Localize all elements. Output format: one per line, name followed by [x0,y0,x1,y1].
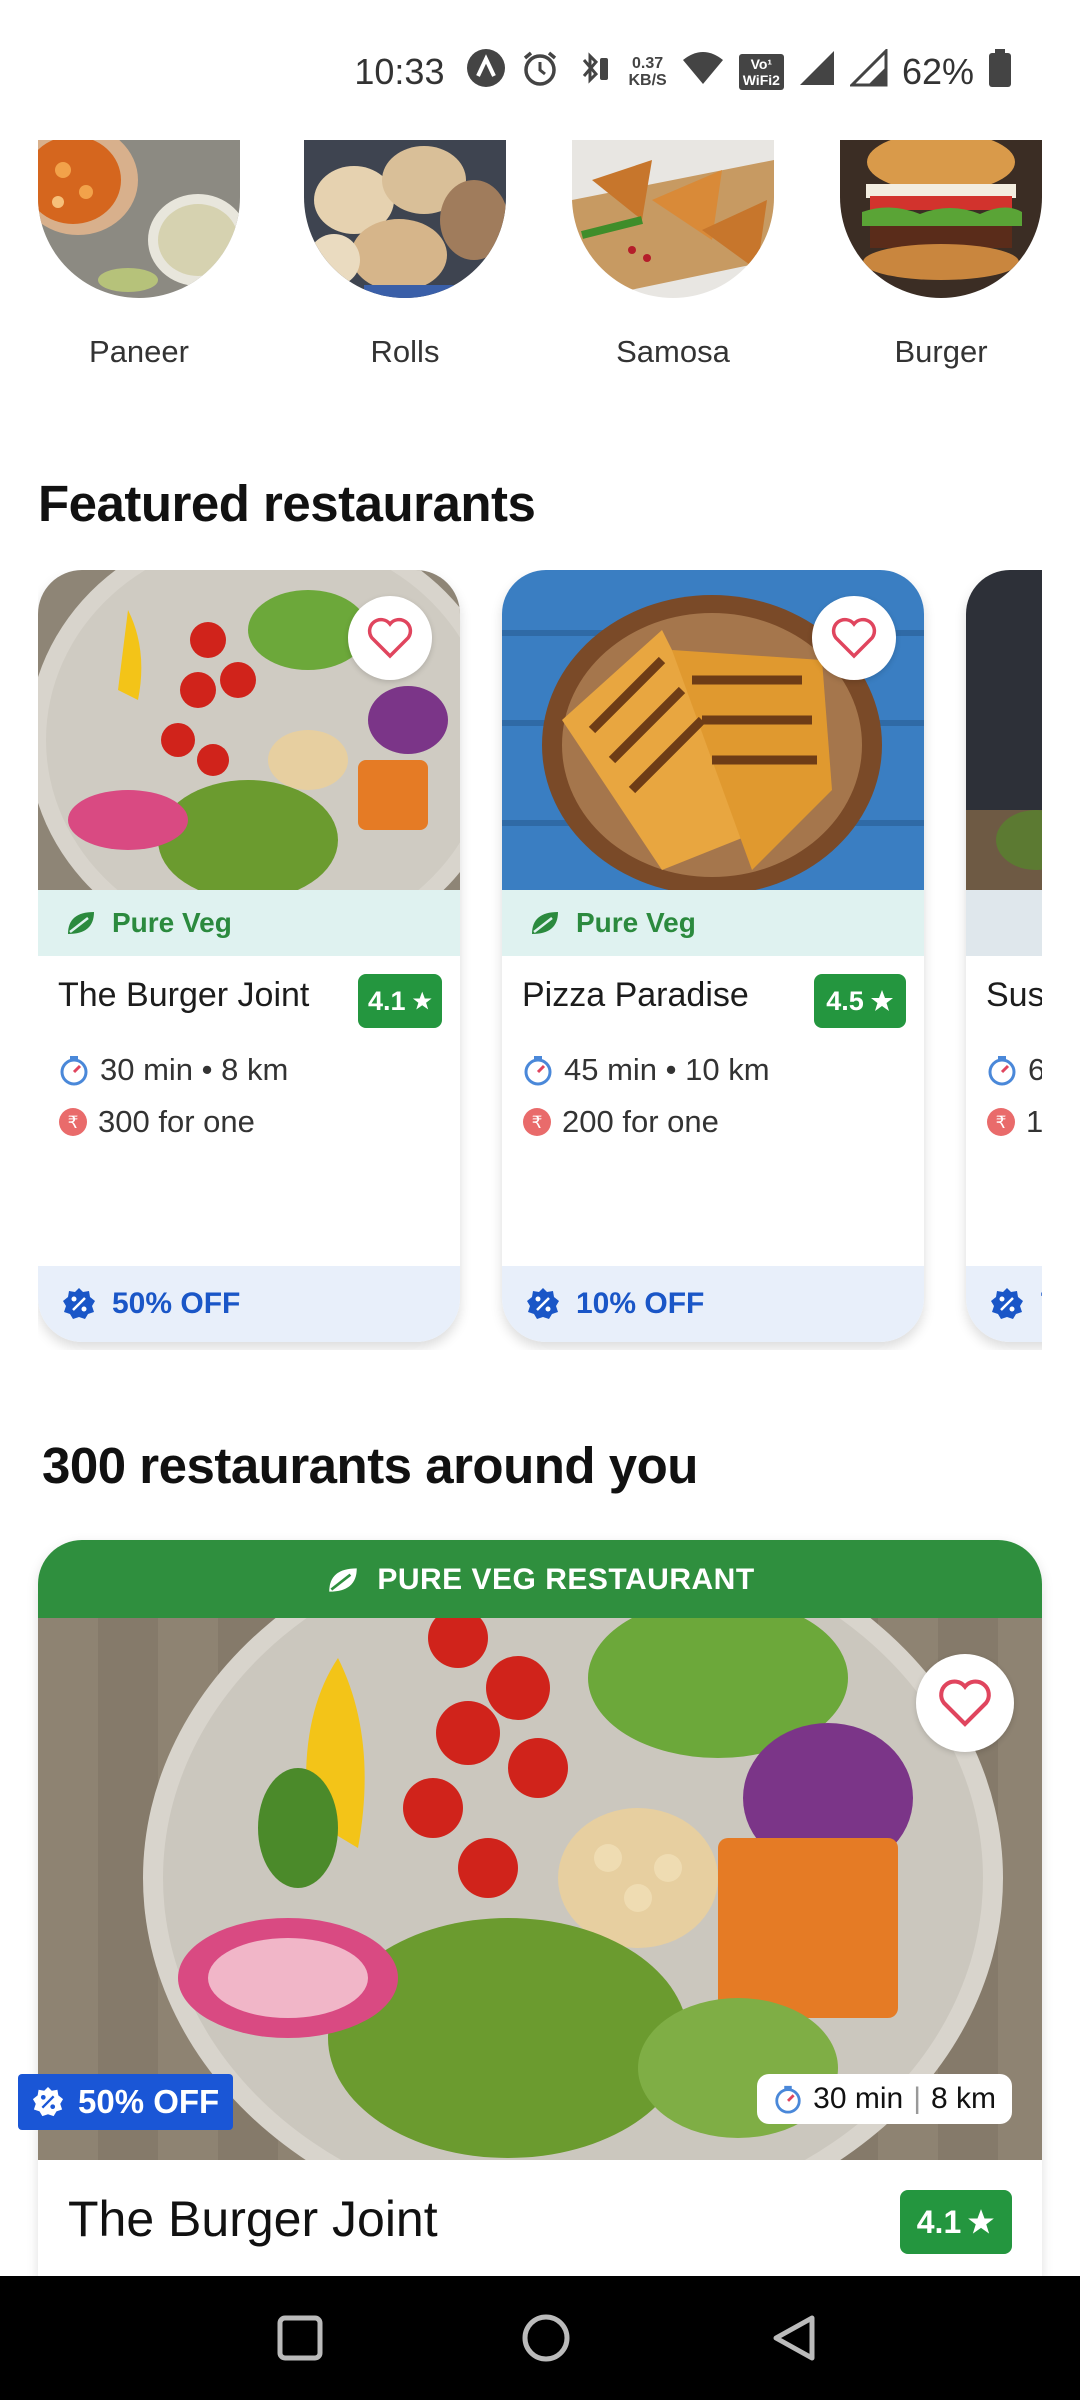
volte-wifi-badge: Vo¹ WiFi2 [738,54,784,90]
featured-title: Featured restaurants [38,475,536,532]
featured-carousel[interactable]: Pure Veg The Burger Joint 4.1 30 min • 8… [38,570,1042,1350]
time-distance: 6 [986,1052,1042,1088]
wifi-icon [681,48,725,97]
category-paneer[interactable]: Paneer [34,140,244,370]
category-label: Paneer [89,334,189,369]
status-icons: 10:33 0.37 KB/S Vo¹ WiFi2 62% [354,44,1012,100]
leaf-icon [329,1568,358,1592]
time-distance: 30 min • 8 km [58,1052,288,1088]
status-time: 10:33 [354,51,445,92]
signal-icon-2 [848,46,888,96]
circle-icon [522,2314,570,2362]
back-triangle-icon [773,2315,815,2361]
heart-icon [939,1679,991,1727]
status-bar: 10:33 0.37 KB/S Vo¹ WiFi2 62% [0,0,1080,140]
star-icon [968,2209,995,2234]
heart-icon [831,617,877,659]
category-row: Paneer Rolls Samosa Burger [0,140,1080,380]
veg-strip [966,890,1042,956]
timer-icon [988,1056,1016,1086]
home-button[interactable] [514,2306,578,2370]
offer-badge: 50% OFF [18,2074,234,2130]
price-for-one: ₹ 1 [986,1104,1042,1140]
recents-button[interactable] [268,2306,332,2370]
nearby-title: 300 restaurants around you [42,1437,698,1494]
discount-icon [32,2086,64,2117]
pure-veg-label: Pure Veg [502,890,924,956]
app-notification-icon [466,48,506,97]
samosa-dish-image [572,140,774,298]
offer-strip: 7 [966,1266,1042,1342]
pure-veg-label: Pure Veg [38,890,460,956]
restaurant-name: Pizza Paradise [522,976,749,1014]
network-speed: 0.37 KB/S [628,55,667,89]
category-samosa[interactable]: Samosa [568,140,778,370]
battery-icon [988,48,1012,97]
category-rolls[interactable]: Rolls [300,140,510,370]
svg-text:₹: ₹ [68,1113,79,1133]
featured-card[interactable]: Sus 6 ₹ 1 7 [966,570,1042,1342]
rating-badge: 4.1 [358,974,442,1028]
heart-icon [367,617,413,659]
restaurant-card[interactable]: PURE VEG RESTAURANT 30 min | 8 km The Bu… [38,1540,1042,2280]
timer-icon [775,2085,801,2114]
pure-veg-banner: PURE VEG RESTAURANT [38,1540,1042,1620]
square-icon [277,2315,323,2361]
star-icon [870,990,893,1011]
offer-strip: 10% OFF [502,1266,924,1342]
rupee-icon: ₹ [59,1108,87,1136]
timer-icon [60,1056,88,1086]
svg-text:₹: ₹ [996,1113,1007,1133]
price-for-one: ₹ 200 for one [522,1104,719,1140]
svg-text:₹: ₹ [532,1113,543,1133]
leaf-icon [68,912,94,934]
back-button[interactable] [762,2306,826,2370]
rupee-icon: ₹ [987,1108,1015,1136]
rolls-dish-image [304,140,506,298]
rating-badge: 4.1 [900,2190,1012,2254]
signal-icon-1 [798,49,836,96]
system-nav-bar [0,2276,1080,2400]
category-burger[interactable]: Burger [836,140,1046,370]
discount-icon [991,1288,1023,1319]
discount-icon [527,1288,559,1319]
burger-dish-image [840,140,1042,298]
bluetooth-vibrate-icon [574,48,614,97]
time-distance: 45 min • 10 km [522,1052,770,1088]
favorite-button[interactable] [812,596,896,680]
alarm-icon [520,48,560,97]
star-icon [412,991,432,1010]
featured-card[interactable]: Pure Veg The Burger Joint 4.1 30 min • 8… [38,570,460,1342]
restaurant-image [966,570,1042,892]
restaurant-name: Sus [986,976,1042,1014]
category-label: Rolls [370,334,440,369]
discount-icon [63,1288,95,1319]
featured-card[interactable]: Pure Veg Pizza Paradise 4.5 45 min • 10 … [502,570,924,1342]
rating-badge: 4.5 [814,974,906,1028]
restaurant-name: The Burger Joint [68,2191,438,2247]
favorite-button[interactable] [348,596,432,680]
timer-icon [524,1056,552,1086]
restaurant-name: The Burger Joint [58,976,310,1014]
offer-strip: 50% OFF [38,1266,460,1342]
price-for-one: ₹ 300 for one [58,1104,255,1140]
rupee-icon: ₹ [523,1108,551,1136]
paneer-dish-image [38,140,240,298]
leaf-icon [532,912,558,934]
category-label: Burger [894,334,988,369]
favorite-button[interactable] [916,1654,1014,1752]
category-label: Samosa [616,334,730,369]
battery-percent: 62% [901,51,974,92]
time-distance-pill: 30 min | 8 km [757,2074,1012,2124]
